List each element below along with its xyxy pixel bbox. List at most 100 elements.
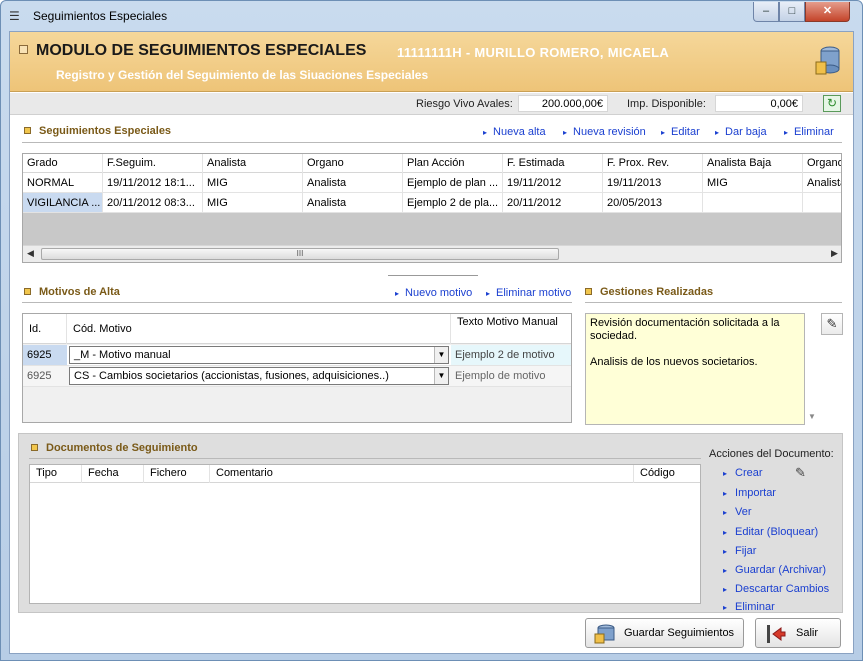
motivos-grid[interactable]: Id. Cód. Motivo Texto Motivo Manual 6925… bbox=[22, 313, 572, 423]
table-cell: 20/11/2012 bbox=[503, 193, 603, 213]
grid-header: Grado F.Seguim. Analista Organo Plan Acc… bbox=[23, 154, 841, 173]
edit-pencil-icon[interactable]: ✎ bbox=[795, 465, 813, 481]
crear-link[interactable]: ▸ Crear bbox=[723, 467, 763, 479]
column-header[interactable]: Organo bbox=[803, 154, 841, 173]
splitter-handle[interactable] bbox=[388, 275, 478, 276]
nueva-revision-label: Nueva revisión bbox=[573, 126, 646, 138]
eliminar-documento-link[interactable]: ▸ Eliminar bbox=[723, 601, 775, 613]
gestiones-spacer bbox=[590, 343, 800, 356]
fijar-label: Fijar bbox=[735, 545, 757, 557]
gestiones-title-text: Gestiones Realizadas bbox=[600, 286, 714, 298]
nuevo-motivo-label: Nuevo motivo bbox=[405, 287, 473, 299]
nueva-revision-link[interactable]: ▸ Nueva revisión bbox=[563, 126, 646, 138]
horizontal-scrollbar[interactable]: ◀ III ▶ bbox=[23, 245, 841, 262]
documentos-title-text: Documentos de Seguimiento bbox=[46, 442, 198, 454]
motivo-select[interactable]: CS - Cambios societarios (accionistas, f… bbox=[69, 367, 449, 385]
table-row[interactable]: NORMAL 19/11/2012 18:1... MIG Analista E… bbox=[23, 173, 841, 193]
motivo-id-cell: 6925 bbox=[27, 370, 52, 382]
editar-link[interactable]: ▸ Editar bbox=[661, 126, 700, 138]
gestiones-scrollbar[interactable]: ▼ bbox=[805, 313, 819, 425]
scroll-right-icon[interactable]: ▶ bbox=[831, 248, 838, 259]
motivo-select[interactable]: _M - Motivo manual ▼ bbox=[69, 346, 449, 364]
seguimientos-grid[interactable]: Grado F.Seguim. Analista Organo Plan Acc… bbox=[22, 153, 842, 263]
eliminar-link[interactable]: ▸ Eliminar bbox=[784, 126, 834, 138]
edit-pencil-icon[interactable]: ✎ bbox=[821, 313, 843, 335]
chevron-down-icon[interactable]: ▼ bbox=[434, 347, 448, 363]
column-header[interactable]: Analista Baja bbox=[703, 154, 803, 173]
acciones-label: Acciones del Documento: bbox=[709, 448, 834, 460]
column-header[interactable]: Tipo bbox=[30, 465, 82, 483]
column-header[interactable]: F. Estimada bbox=[503, 154, 603, 173]
arrow-icon: ▸ bbox=[661, 128, 666, 137]
eliminar-motivo-label: Eliminar motivo bbox=[496, 287, 572, 299]
grid-header: Tipo Fecha Fichero Comentario Código bbox=[30, 465, 700, 483]
scroll-thumb[interactable]: III bbox=[41, 248, 559, 260]
column-header[interactable]: F.Seguim. bbox=[103, 154, 203, 173]
table-cell bbox=[803, 193, 841, 213]
column-header[interactable]: Código bbox=[634, 465, 700, 483]
table-row[interactable]: VIGILANCIA ... 20/11/2012 08:3... MIG An… bbox=[23, 193, 841, 213]
fijar-link[interactable]: ▸ Fijar bbox=[723, 545, 756, 557]
nueva-alta-link[interactable]: ▸ Nueva alta bbox=[483, 126, 546, 138]
refresh-icon[interactable]: ↻ bbox=[823, 95, 841, 112]
column-header[interactable]: Plan Acción bbox=[403, 154, 503, 173]
column-header[interactable]: Analista bbox=[203, 154, 303, 173]
riesgo-label: Riesgo Vivo Avales: bbox=[416, 98, 513, 110]
table-cell: Analista bbox=[303, 193, 403, 213]
dar-baja-link[interactable]: ▸ Dar baja bbox=[715, 126, 767, 138]
arrow-icon: ▸ bbox=[723, 585, 728, 594]
editar-label: Editar bbox=[671, 126, 700, 138]
table-row[interactable]: 6925 CS - Cambios societarios (accionist… bbox=[23, 366, 571, 387]
column-header[interactable]: Comentario bbox=[210, 465, 634, 483]
table-cell: Analista bbox=[303, 173, 403, 193]
eliminar-motivo-link[interactable]: ▸ Eliminar motivo bbox=[486, 287, 571, 299]
gestiones-line: Analisis de los nuevos societarios. bbox=[590, 356, 758, 368]
column-header[interactable]: Fichero bbox=[144, 465, 210, 483]
column-header[interactable]: Cód. Motivo bbox=[67, 314, 451, 344]
guardar-seguimientos-button[interactable]: Guardar Seguimientos bbox=[585, 618, 744, 648]
editar-bloquear-link[interactable]: ▸ Editar (Bloquear) bbox=[723, 526, 818, 538]
gestiones-section-title: Gestiones Realizadas bbox=[585, 286, 713, 298]
dar-baja-label: Dar baja bbox=[725, 126, 767, 138]
section-bullet-icon bbox=[24, 288, 31, 295]
descartar-cambios-link[interactable]: ▸ Descartar Cambios bbox=[723, 583, 829, 595]
column-header[interactable]: F. Prox. Rev. bbox=[603, 154, 703, 173]
arrow-icon: ▸ bbox=[723, 469, 728, 478]
arrow-icon: ▸ bbox=[723, 603, 728, 612]
salir-button[interactable]: Salir bbox=[755, 618, 841, 648]
minimize-button[interactable]: – bbox=[753, 2, 779, 22]
column-header[interactable]: Organo bbox=[303, 154, 403, 173]
column-header[interactable]: Id. bbox=[23, 314, 67, 344]
scroll-left-icon[interactable]: ◀ bbox=[27, 248, 34, 259]
column-header[interactable]: Grado bbox=[23, 154, 103, 173]
table-row[interactable]: 6925 _M - Motivo manual ▼ Ejemplo 2 de mo… bbox=[23, 345, 571, 366]
documentos-grid[interactable]: Tipo Fecha Fichero Comentario Código bbox=[29, 464, 701, 604]
title-bar[interactable]: ☰ Seguimientos Especiales – □ ✕ bbox=[1, 1, 862, 31]
scroll-down-icon[interactable]: ▼ bbox=[808, 412, 816, 421]
nuevo-motivo-link[interactable]: ▸ Nuevo motivo bbox=[395, 287, 472, 299]
guardar-archivar-link[interactable]: ▸ Guardar (Archivar) bbox=[723, 564, 826, 576]
maximize-button[interactable]: □ bbox=[779, 2, 805, 22]
section-bullet-icon bbox=[31, 444, 38, 451]
seguimientos-section-title: Seguimientos Especiales bbox=[24, 125, 171, 137]
ver-link[interactable]: ▸ Ver bbox=[723, 506, 752, 518]
editar-bloquear-label: Editar (Bloquear) bbox=[735, 526, 819, 538]
imp-disponible-field: 0,00€ bbox=[715, 95, 803, 112]
importar-link[interactable]: ▸ Importar bbox=[723, 487, 776, 499]
table-cell: Analista bbox=[803, 173, 841, 193]
gestiones-textarea[interactable]: Revisión documentación solicitada a la s… bbox=[585, 313, 805, 425]
motivos-section-title: Motivos de Alta bbox=[24, 286, 120, 298]
close-button[interactable]: ✕ bbox=[805, 2, 850, 22]
divider bbox=[29, 458, 701, 459]
application-window: ☰ Seguimientos Especiales – □ ✕ MODULO D… bbox=[0, 0, 863, 661]
chevron-down-icon[interactable]: ▼ bbox=[434, 368, 448, 384]
table-cell: Ejemplo 2 de pla... bbox=[403, 193, 503, 213]
arrow-icon: ▸ bbox=[395, 289, 400, 298]
divider bbox=[22, 142, 842, 143]
crear-label: Crear bbox=[735, 467, 763, 479]
motivo-texto-cell[interactable]: Ejemplo de motivo bbox=[451, 366, 571, 386]
motivo-texto-cell[interactable]: Ejemplo 2 de motivo bbox=[451, 345, 571, 365]
column-header[interactable]: Texto Motivo Manual bbox=[451, 314, 571, 344]
riesgo-bar: Riesgo Vivo Avales: 200.000,00€ Imp. Dis… bbox=[10, 93, 853, 115]
column-header[interactable]: Fecha bbox=[82, 465, 144, 483]
